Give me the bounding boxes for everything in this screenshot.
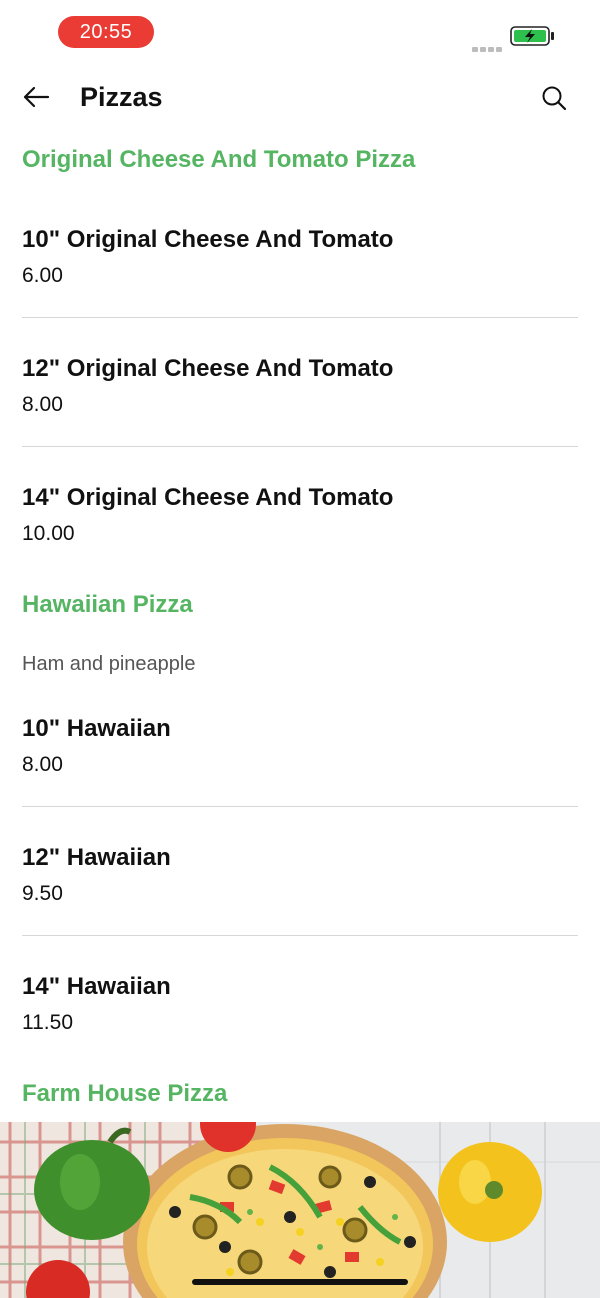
item-price: 8.00 [22, 393, 63, 416]
app-header: Pizzas [0, 62, 600, 132]
home-indicator [192, 1279, 408, 1285]
status-bar: 20:55 [0, 0, 600, 62]
menu-item[interactable]: 14" Original Cheese And Tomato 10.00 [22, 484, 578, 546]
pizza-banner-image [0, 1122, 600, 1298]
back-button[interactable] [16, 80, 56, 114]
section-title: Hawaiian Pizza [22, 591, 193, 618]
divider [22, 935, 578, 936]
signal-icon [472, 39, 504, 52]
search-button[interactable] [536, 80, 572, 116]
menu-item[interactable]: 10" Original Cheese And Tomato 6.00 [22, 226, 578, 288]
divider [22, 446, 578, 447]
menu-item[interactable]: 12" Hawaiian 9.50 [22, 844, 578, 906]
search-icon [542, 86, 567, 111]
item-price: 6.00 [22, 264, 63, 287]
item-price: 11.50 [22, 1011, 73, 1034]
status-time: 20:55 [58, 16, 154, 48]
divider [22, 317, 578, 318]
divider [22, 806, 578, 807]
menu-item[interactable]: 12" Original Cheese And Tomato 8.00 [22, 355, 578, 417]
section-description: Ham and pineapple [22, 653, 196, 675]
item-name: 12" Original Cheese And Tomato [22, 355, 394, 382]
item-price: 8.00 [22, 753, 63, 776]
item-price: 10.00 [22, 522, 75, 545]
section-title: Farm House Pizza [22, 1080, 228, 1107]
item-name: 10" Hawaiian [22, 715, 171, 742]
menu-item[interactable]: 14" Hawaiian 11.50 [22, 973, 578, 1035]
battery-charging-icon [510, 26, 554, 46]
item-name: 10" Original Cheese And Tomato [22, 226, 394, 253]
item-name: 14" Hawaiian [22, 973, 171, 1000]
item-name: 12" Hawaiian [22, 844, 171, 871]
page-title: Pizzas [80, 82, 163, 112]
item-name: 14" Original Cheese And Tomato [22, 484, 394, 511]
pizza-illustration [0, 1122, 600, 1298]
arrow-left-icon [23, 86, 50, 108]
menu-item[interactable]: 10" Hawaiian 8.00 [22, 715, 578, 777]
section-title: Original Cheese And Tomato Pizza [22, 146, 416, 173]
item-price: 9.50 [22, 882, 63, 905]
